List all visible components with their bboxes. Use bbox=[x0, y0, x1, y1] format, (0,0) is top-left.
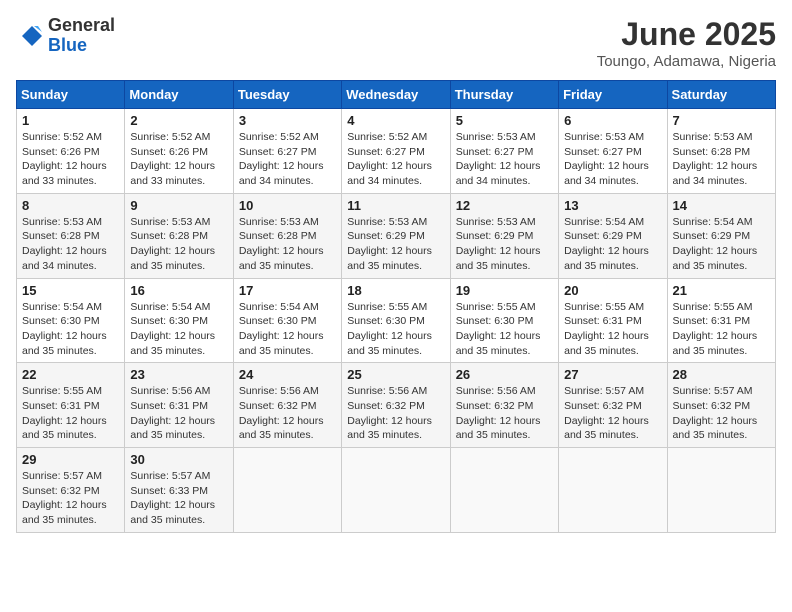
logo-text: General Blue bbox=[48, 16, 115, 56]
week-row-1: 1 Sunrise: 5:52 AMSunset: 6:26 PMDayligh… bbox=[17, 109, 776, 194]
header-sunday: Sunday bbox=[17, 81, 125, 109]
empty-cell-2 bbox=[342, 448, 450, 533]
logo-icon bbox=[16, 22, 44, 50]
day-15: 15 Sunrise: 5:54 AMSunset: 6:30 PMDaylig… bbox=[17, 278, 125, 363]
day-3: 3 Sunrise: 5:52 AMSunset: 6:27 PMDayligh… bbox=[233, 109, 341, 194]
day-26: 26 Sunrise: 5:56 AMSunset: 6:32 PMDaylig… bbox=[450, 363, 558, 448]
calendar-table: Sunday Monday Tuesday Wednesday Thursday… bbox=[16, 80, 776, 533]
logo-general: General bbox=[48, 15, 115, 35]
day-9: 9 Sunrise: 5:53 AMSunset: 6:28 PMDayligh… bbox=[125, 193, 233, 278]
day-23: 23 Sunrise: 5:56 AMSunset: 6:31 PMDaylig… bbox=[125, 363, 233, 448]
day-27: 27 Sunrise: 5:57 AMSunset: 6:32 PMDaylig… bbox=[559, 363, 667, 448]
day-30: 30 Sunrise: 5:57 AMSunset: 6:33 PMDaylig… bbox=[125, 448, 233, 533]
week-row-4: 22 Sunrise: 5:55 AMSunset: 6:31 PMDaylig… bbox=[17, 363, 776, 448]
week-row-5: 29 Sunrise: 5:57 AMSunset: 6:32 PMDaylig… bbox=[17, 448, 776, 533]
location-title: Toungo, Adamawa, Nigeria bbox=[597, 53, 776, 70]
month-title: June 2025 bbox=[597, 16, 776, 53]
header-tuesday: Tuesday bbox=[233, 81, 341, 109]
logo: General Blue bbox=[16, 16, 115, 56]
header-monday: Monday bbox=[125, 81, 233, 109]
day-20: 20 Sunrise: 5:55 AMSunset: 6:31 PMDaylig… bbox=[559, 278, 667, 363]
day-22: 22 Sunrise: 5:55 AMSunset: 6:31 PMDaylig… bbox=[17, 363, 125, 448]
day-25: 25 Sunrise: 5:56 AMSunset: 6:32 PMDaylig… bbox=[342, 363, 450, 448]
day-17: 17 Sunrise: 5:54 AMSunset: 6:30 PMDaylig… bbox=[233, 278, 341, 363]
empty-cell-3 bbox=[450, 448, 558, 533]
day-29: 29 Sunrise: 5:57 AMSunset: 6:32 PMDaylig… bbox=[17, 448, 125, 533]
day-19: 19 Sunrise: 5:55 AMSunset: 6:30 PMDaylig… bbox=[450, 278, 558, 363]
day-13: 13 Sunrise: 5:54 AMSunset: 6:29 PMDaylig… bbox=[559, 193, 667, 278]
empty-cell-5 bbox=[667, 448, 775, 533]
day-10: 10 Sunrise: 5:53 AMSunset: 6:28 PMDaylig… bbox=[233, 193, 341, 278]
day-12: 12 Sunrise: 5:53 AMSunset: 6:29 PMDaylig… bbox=[450, 193, 558, 278]
day-1: 1 Sunrise: 5:52 AMSunset: 6:26 PMDayligh… bbox=[17, 109, 125, 194]
weekday-header-row: Sunday Monday Tuesday Wednesday Thursday… bbox=[17, 81, 776, 109]
day-11: 11 Sunrise: 5:53 AMSunset: 6:29 PMDaylig… bbox=[342, 193, 450, 278]
day-16: 16 Sunrise: 5:54 AMSunset: 6:30 PMDaylig… bbox=[125, 278, 233, 363]
day-14: 14 Sunrise: 5:54 AMSunset: 6:29 PMDaylig… bbox=[667, 193, 775, 278]
day-2: 2 Sunrise: 5:52 AMSunset: 6:26 PMDayligh… bbox=[125, 109, 233, 194]
empty-cell-1 bbox=[233, 448, 341, 533]
page-header: General Blue June 2025 Toungo, Adamawa, … bbox=[16, 16, 776, 70]
header-wednesday: Wednesday bbox=[342, 81, 450, 109]
header-saturday: Saturday bbox=[667, 81, 775, 109]
header-thursday: Thursday bbox=[450, 81, 558, 109]
day-24: 24 Sunrise: 5:56 AMSunset: 6:32 PMDaylig… bbox=[233, 363, 341, 448]
day-28: 28 Sunrise: 5:57 AMSunset: 6:32 PMDaylig… bbox=[667, 363, 775, 448]
logo-blue: Blue bbox=[48, 35, 87, 55]
day-6: 6 Sunrise: 5:53 AMSunset: 6:27 PMDayligh… bbox=[559, 109, 667, 194]
day-5: 5 Sunrise: 5:53 AMSunset: 6:27 PMDayligh… bbox=[450, 109, 558, 194]
day-18: 18 Sunrise: 5:55 AMSunset: 6:30 PMDaylig… bbox=[342, 278, 450, 363]
week-row-3: 15 Sunrise: 5:54 AMSunset: 6:30 PMDaylig… bbox=[17, 278, 776, 363]
empty-cell-4 bbox=[559, 448, 667, 533]
day-21: 21 Sunrise: 5:55 AMSunset: 6:31 PMDaylig… bbox=[667, 278, 775, 363]
day-8: 8 Sunrise: 5:53 AMSunset: 6:28 PMDayligh… bbox=[17, 193, 125, 278]
day-4: 4 Sunrise: 5:52 AMSunset: 6:27 PMDayligh… bbox=[342, 109, 450, 194]
day-7: 7 Sunrise: 5:53 AMSunset: 6:28 PMDayligh… bbox=[667, 109, 775, 194]
header-friday: Friday bbox=[559, 81, 667, 109]
week-row-2: 8 Sunrise: 5:53 AMSunset: 6:28 PMDayligh… bbox=[17, 193, 776, 278]
title-block: June 2025 Toungo, Adamawa, Nigeria bbox=[597, 16, 776, 70]
